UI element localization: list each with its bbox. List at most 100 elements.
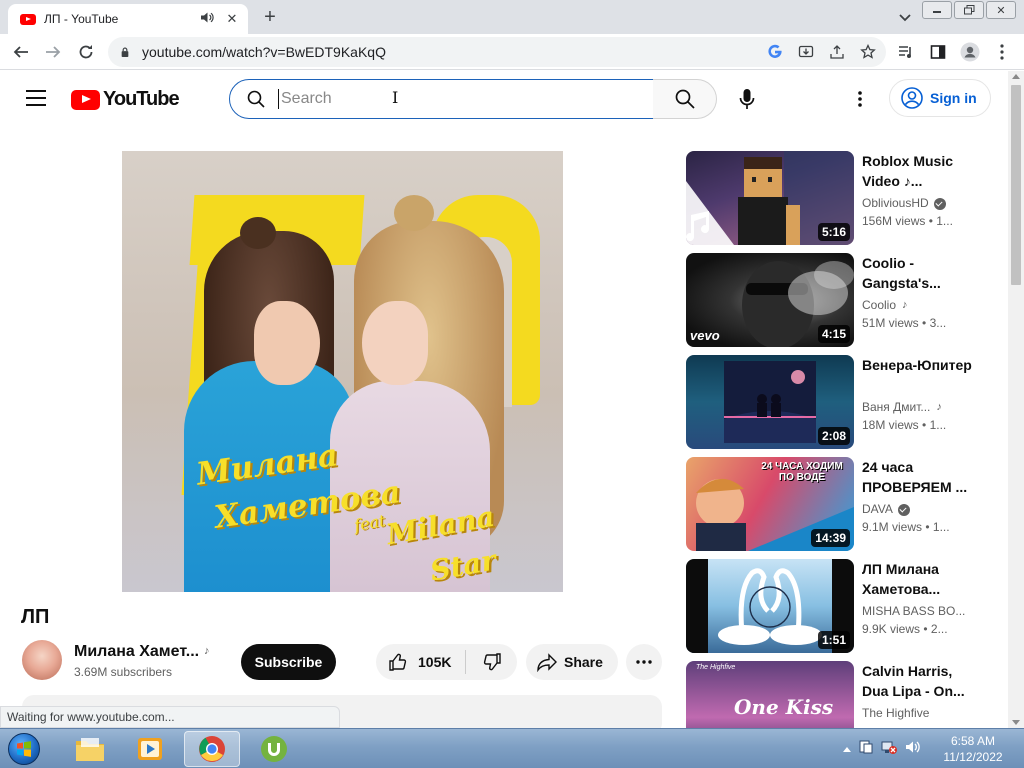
channel-avatar[interactable] — [22, 640, 62, 680]
recommendation-channel[interactable]: MISHA BASS BO... — [862, 603, 974, 620]
thumbnail-caption: One Kiss — [734, 695, 834, 719]
recommendation-item[interactable]: 5:16 Roblox Music Video ♪... ObliviousHD… — [686, 151, 986, 245]
recommendation-item[interactable]: 2:08 Венера-Юпитер Ваня Дмит... ♪ 18M vie… — [686, 355, 986, 449]
recommendation-thumbnail[interactable]: 1:51 — [686, 559, 854, 653]
channel-label: ObliviousHD — [862, 196, 929, 210]
view-count: 9.9K views — [862, 622, 921, 636]
windows-taskbar: 6:58 AM 11/12/2022 — [0, 728, 1024, 768]
verified-badge-icon — [933, 197, 946, 210]
install-app-icon[interactable] — [793, 39, 819, 65]
scroll-down-arrow-icon[interactable] — [1012, 720, 1020, 725]
sign-in-button[interactable]: Sign in — [889, 79, 991, 117]
upload-age: • 2... — [923, 622, 948, 636]
recommendation-title[interactable]: 24 часа ПРОВЕРЯЕМ ... — [862, 457, 974, 497]
action-center-icon[interactable] — [858, 739, 874, 760]
share-button[interactable]: Share — [526, 644, 618, 680]
youtube-logo[interactable]: YouTube — [71, 88, 180, 111]
lock-icon[interactable] — [120, 47, 130, 57]
network-error-icon[interactable] — [880, 739, 898, 760]
hamburger-menu-icon[interactable] — [26, 90, 46, 106]
video-player[interactable]: Милана Хаметова feat. Milana Star — [122, 151, 563, 592]
recommendation-title[interactable]: Calvin Harris, Dua Lipa - On... — [862, 661, 974, 701]
tab-search-chevron-icon[interactable] — [896, 8, 914, 26]
recommendation-channel[interactable]: ObliviousHD — [862, 195, 974, 212]
like-button[interactable]: 105K — [376, 644, 465, 680]
google-translate-icon[interactable] — [762, 39, 788, 65]
settings-more-icon[interactable] — [848, 87, 872, 111]
artwork-figure — [362, 301, 428, 385]
recommendation-channel[interactable]: Coolio ♪ — [862, 297, 974, 314]
youtube-logo-text: YouTube — [103, 88, 180, 110]
scrollbar-thumb[interactable] — [1011, 85, 1021, 285]
recommendation-channel[interactable]: The Highfive — [862, 705, 974, 722]
recommendation-thumbnail[interactable]: The Highfive One Kiss — [686, 661, 854, 728]
media-control-icon[interactable] — [894, 41, 918, 63]
recommendation-item[interactable]: vevo 4:15 Coolio - Gangsta's... Coolio ♪ … — [686, 253, 986, 347]
upload-age: • 1... — [928, 214, 953, 228]
start-button[interactable] — [4, 731, 44, 767]
minimize-icon[interactable] — [922, 1, 952, 19]
url-text: youtube.com/watch?v=BwEDT9KaKqQ — [142, 44, 386, 60]
recommendation-stats: 9.1M views • 1... — [862, 518, 974, 536]
recommendation-meta: Coolio - Gangsta's... Coolio ♪ 51M views … — [862, 253, 974, 332]
voice-search-mic-icon[interactable] — [727, 79, 767, 119]
recommendation-thumbnail[interactable]: 5:16 — [686, 151, 854, 245]
volume-icon[interactable] — [904, 739, 922, 760]
channel-name[interactable]: Милана Хамет... — [74, 643, 198, 661]
music-note-icon: ♪ — [936, 401, 942, 413]
dislike-button[interactable] — [466, 644, 517, 680]
recommendation-channel[interactable]: Ваня Дмит... ♪ — [862, 399, 974, 416]
search-button[interactable] — [653, 79, 717, 119]
channel-label: DAVA — [862, 502, 893, 516]
share-page-icon[interactable] — [824, 39, 850, 65]
text-cursor-icon: I — [392, 88, 399, 107]
file-explorer-taskbar-icon[interactable] — [62, 731, 118, 767]
recommendation-item[interactable]: 24 ЧАСА ХОДИМ ПО ВОДЕ 14:39 24 часа ПРОВ… — [686, 457, 986, 551]
browser-tab[interactable]: ЛП - YouTube ✕ — [8, 4, 248, 34]
media-player-taskbar-icon[interactable] — [122, 731, 178, 767]
subscribe-button[interactable]: Subscribe — [241, 644, 336, 680]
system-tray — [842, 729, 922, 768]
back-arrow-icon[interactable] — [10, 41, 32, 63]
profile-avatar-icon[interactable] — [958, 41, 982, 63]
youtube-favicon-icon — [20, 13, 36, 25]
chrome-taskbar-icon[interactable] — [184, 731, 240, 767]
search-input[interactable]: Search — [229, 79, 654, 119]
forward-arrow-icon[interactable] — [42, 41, 64, 63]
verified-badge-icon — [897, 503, 910, 516]
chrome-menu-icon[interactable] — [990, 41, 1014, 63]
sign-in-label: Sign in — [930, 90, 977, 106]
side-panel-icon[interactable] — [926, 41, 950, 63]
recommendation-title[interactable]: ЛП Милана Хаметова... — [862, 559, 974, 599]
more-actions-button[interactable] — [626, 644, 662, 680]
recommendation-title[interactable]: Roblox Music Video ♪... — [862, 151, 974, 191]
utorrent-taskbar-icon[interactable] — [246, 731, 302, 767]
audio-playing-icon[interactable] — [201, 12, 214, 26]
bookmark-star-icon[interactable] — [855, 39, 881, 65]
restore-icon[interactable] — [954, 1, 984, 19]
recommendation-thumbnail[interactable]: vevo 4:15 — [686, 253, 854, 347]
address-bar[interactable]: youtube.com/watch?v=BwEDT9KaKqQ — [108, 37, 886, 67]
upload-age: • 3... — [922, 316, 947, 330]
page-scrollbar[interactable] — [1008, 71, 1024, 728]
recommendation-meta: Roblox Music Video ♪... ObliviousHD 156M… — [862, 151, 974, 230]
recommendation-channel[interactable]: DAVA — [862, 501, 974, 518]
recommendation-title[interactable]: Венера-Юпитер — [862, 355, 974, 395]
view-count: 51M views — [862, 316, 919, 330]
recommendation-meta: Венера-Юпитер Ваня Дмит... ♪ 18M views • … — [862, 355, 974, 434]
scroll-up-arrow-icon[interactable] — [1012, 74, 1020, 79]
browser-status-bar: Waiting for www.youtube.com... — [0, 706, 340, 728]
close-tab-icon[interactable]: ✕ — [224, 11, 240, 27]
youtube-play-logo-icon — [71, 89, 100, 110]
new-tab-button[interactable]: + — [258, 6, 282, 29]
show-hidden-icons-icon[interactable] — [842, 740, 852, 758]
system-clock[interactable]: 6:58 AM 11/12/2022 — [930, 733, 1016, 765]
close-window-icon[interactable]: ✕ — [986, 1, 1016, 19]
toolbar-actions — [894, 41, 1014, 63]
recommendation-item[interactable]: 1:51 ЛП Милана Хаметова... MISHA BASS BO… — [686, 559, 986, 653]
recommendation-thumbnail[interactable]: 24 ЧАСА ХОДИМ ПО ВОДЕ 14:39 — [686, 457, 854, 551]
recommendation-item[interactable]: The Highfive One Kiss Calvin Harris, Dua… — [686, 661, 986, 728]
recommendation-title[interactable]: Coolio - Gangsta's... — [862, 253, 974, 293]
reload-icon[interactable] — [75, 41, 97, 63]
recommendation-thumbnail[interactable]: 2:08 — [686, 355, 854, 449]
